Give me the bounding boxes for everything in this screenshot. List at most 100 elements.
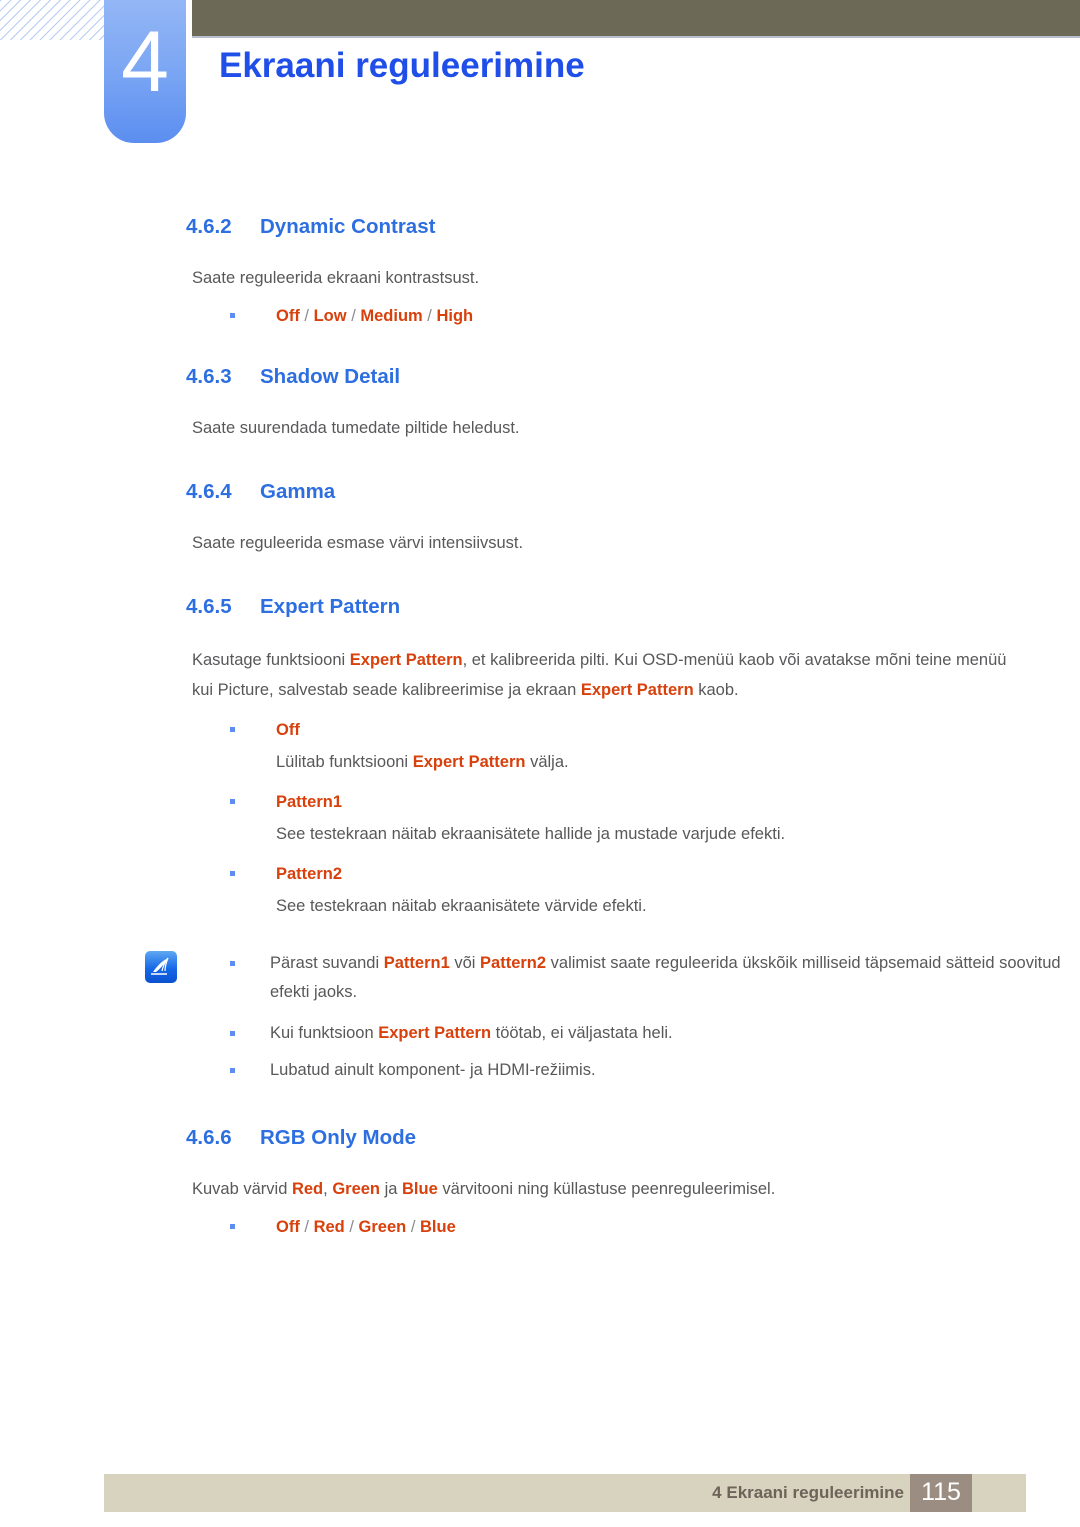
list-item: Off / Low / Medium / High (230, 301, 1080, 331)
option-value: Green (358, 1218, 407, 1236)
note-item: Lubatud ainult komponent- ja HDMI-režiim… (230, 1056, 1080, 1085)
section-body-dynamic-contrast: Saate reguleerida ekraani kontrastsust. (192, 269, 480, 287)
list-item-description: See testekraan näitab ekraanisätete hall… (230, 819, 1080, 849)
expert-pattern-options: Off Lülitab funktsiooni Expert Pattern v… (230, 715, 1080, 921)
list-item: Off (230, 715, 1080, 745)
option-value: Blue (419, 1218, 456, 1236)
note-text-part: või (449, 954, 481, 972)
bullet-marker (230, 961, 235, 966)
option-value: Off (276, 1218, 300, 1236)
desc-text-part: See testekraan näitab ekraanisätete hall… (276, 825, 786, 843)
body-text-part: ja (380, 1180, 403, 1198)
section-heading-rgb-only-mode: 4.6.6 RGB Only Mode (186, 1125, 1080, 1151)
section-title: Shadow Detail (260, 365, 401, 388)
keyword-expert-pattern: Expert Pattern (580, 681, 694, 699)
bullet-marker (230, 1031, 235, 1036)
note-text-part: Pärast suvandi (270, 954, 384, 972)
section-heading-dynamic-contrast: 4.6.2 Dynamic Contrast (186, 214, 1080, 240)
section-body-gamma: Saate reguleerida esmase värvi intensiiv… (192, 534, 524, 552)
page-number-box: 115 (910, 1474, 972, 1512)
desc-text-part: välja. (525, 753, 569, 771)
header-olive-bar (192, 0, 1080, 36)
option-separator: / (351, 307, 361, 325)
body-text-part: Kuvab värvid (192, 1180, 292, 1198)
list-item: Off / Red / Green / Blue (230, 1212, 1080, 1242)
options-list-rgb-only-mode: Off / Red / Green / Blue (230, 1212, 1080, 1242)
section-number: 4.6.3 (186, 365, 232, 388)
desc-text-part: Lülitab funktsiooni (276, 753, 413, 771)
option-label: Off (276, 721, 300, 739)
section-number: 4.6.4 (186, 480, 232, 503)
section-title: Gamma (260, 480, 336, 503)
option-separator: / (349, 1218, 359, 1236)
intro-text-part: Kasutage funktsiooni (192, 651, 350, 669)
page-title: Ekraani reguleerimine (219, 46, 585, 85)
note-box: Pärast suvandi Pattern1 või Pattern2 val… (145, 949, 1080, 1085)
section-heading-shadow-detail: 4.6.3 Shadow Detail (186, 364, 1080, 390)
chapter-number-tab: 4 (104, 0, 186, 143)
body-text-part: , (323, 1180, 333, 1198)
list-item-description: Lülitab funktsiooni Expert Pattern välja… (230, 747, 1080, 777)
note-text-part: Kui funktsioon (270, 1024, 379, 1042)
section-shadow-detail: 4.6.3 Shadow Detail Saate suurendada tum… (0, 364, 1080, 443)
note-item: Kui funktsioon Expert Pattern töötab, ei… (230, 1019, 1080, 1048)
desc-text-part: See testekraan näitab ekraanisätete värv… (276, 897, 647, 915)
option-separator: / (304, 307, 314, 325)
hatch-decoration (0, 0, 120, 40)
option-value: Medium (360, 307, 423, 325)
note-text-part: Lubatud ainult komponent- ja HDMI-režiim… (270, 1061, 596, 1079)
keyword-expert-pattern: Expert Pattern (378, 1024, 492, 1042)
keyword-green: Green (332, 1180, 380, 1198)
option-value: Red (313, 1218, 345, 1236)
section-title: RGB Only Mode (260, 1126, 417, 1149)
section-number: 4.6.5 (186, 595, 232, 618)
note-item: Pärast suvandi Pattern1 või Pattern2 val… (230, 949, 1070, 1007)
section-number: 4.6.2 (186, 215, 232, 238)
list-item: Pattern1 (230, 787, 1080, 817)
note-pen-icon (145, 951, 177, 983)
note-list: Pärast suvandi Pattern1 või Pattern2 val… (230, 949, 1080, 1085)
bullet-marker (230, 799, 235, 804)
intro-text-part: kaob. (693, 681, 739, 699)
keyword-expert-pattern: Expert Pattern (412, 753, 526, 771)
option-separator: / (304, 1218, 314, 1236)
section-dynamic-contrast: 4.6.2 Dynamic Contrast Saate reguleerida… (0, 214, 1080, 331)
section-rgb-only-mode: 4.6.6 RGB Only Mode Kuvab värvid Red, Gr… (0, 1125, 1080, 1242)
option-value: Low (313, 307, 347, 325)
keyword-red: Red (291, 1180, 324, 1198)
section-title: Dynamic Contrast (260, 215, 436, 238)
page-content: 4.6.2 Dynamic Contrast Saate reguleerida… (0, 180, 1080, 1242)
keyword-blue: Blue (402, 1180, 438, 1198)
body-text-part: värvitooni ning küllastuse peenreguleeri… (437, 1180, 776, 1198)
section-number: 4.6.6 (186, 1126, 232, 1149)
section-body-rgb-only-mode: Kuvab värvid Red, Green ja Blue värvitoo… (192, 1174, 1032, 1204)
header-bar-underline (192, 36, 1080, 38)
section-title: Expert Pattern (260, 595, 401, 618)
section-gamma: 4.6.4 Gamma Saate reguleerida esmase vär… (0, 479, 1080, 558)
bullet-marker (230, 1224, 235, 1229)
option-separator: / (410, 1218, 420, 1236)
keyword-pattern1: Pattern1 (383, 954, 450, 972)
bullet-marker (230, 313, 235, 318)
options-list-dynamic-contrast: Off / Low / Medium / High (230, 301, 1080, 331)
option-label: Pattern1 (276, 793, 343, 811)
note-text-part: töötab, ei väljastata heli. (491, 1024, 673, 1042)
bullet-marker (230, 1068, 235, 1073)
option-label: Pattern2 (276, 865, 343, 883)
page-number: 115 (921, 1478, 961, 1506)
section-heading-expert-pattern: 4.6.5 Expert Pattern (186, 594, 1080, 620)
option-value: Off (276, 307, 300, 325)
section-expert-pattern: 4.6.5 Expert Pattern Kasutage funktsioon… (0, 594, 1080, 1085)
keyword-pattern2: Pattern2 (480, 954, 547, 972)
page-footer: 4 Ekraani reguleerimine 115 (104, 1474, 1026, 1512)
footer-chapter-label: 4 Ekraani reguleerimine (712, 1483, 904, 1502)
list-item: Pattern2 (230, 859, 1080, 889)
chapter-number: 4 (121, 14, 169, 110)
list-item-description: See testekraan näitab ekraanisätete värv… (230, 891, 1080, 921)
section-intro-expert-pattern: Kasutage funktsiooni Expert Pattern, et … (192, 645, 1032, 705)
section-body-shadow-detail: Saate suurendada tumedate piltide heledu… (192, 419, 520, 437)
bullet-marker (230, 871, 235, 876)
option-value: High (436, 307, 474, 325)
bullet-marker (230, 727, 235, 732)
section-heading-gamma: 4.6.4 Gamma (186, 479, 1080, 505)
